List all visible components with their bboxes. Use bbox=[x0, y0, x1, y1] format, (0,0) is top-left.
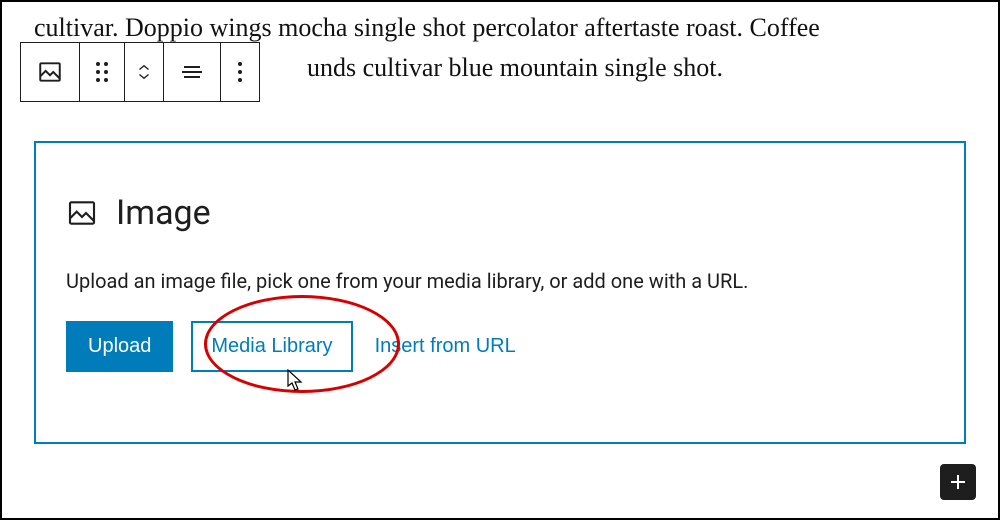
align-icon bbox=[180, 60, 204, 84]
image-block-title: Image bbox=[116, 193, 211, 233]
insert-from-url-button[interactable]: Insert from URL bbox=[371, 335, 520, 358]
image-block-description: Upload an image file, pick one from your… bbox=[66, 269, 934, 293]
mouse-cursor bbox=[284, 369, 304, 395]
media-library-button[interactable]: Media Library bbox=[191, 321, 352, 372]
block-toolbar bbox=[20, 42, 260, 102]
upload-button[interactable]: Upload bbox=[66, 321, 173, 372]
image-icon bbox=[66, 197, 98, 229]
more-options-icon bbox=[237, 61, 243, 83]
chevron-down-icon[interactable] bbox=[137, 73, 151, 79]
chevron-up-icon[interactable] bbox=[137, 65, 151, 71]
image-block-placeholder: Image Upload an image file, pick one fro… bbox=[34, 141, 966, 444]
image-block-actions: Upload Media Library Insert from URL bbox=[66, 321, 934, 372]
image-icon bbox=[37, 59, 63, 85]
plus-icon bbox=[948, 472, 968, 492]
block-type-button[interactable] bbox=[21, 43, 80, 101]
align-button[interactable] bbox=[164, 43, 221, 101]
more-options-button[interactable] bbox=[221, 43, 259, 101]
add-block-button[interactable] bbox=[940, 464, 976, 500]
drag-handle-icon bbox=[96, 62, 108, 82]
drag-handle[interactable] bbox=[80, 43, 125, 101]
